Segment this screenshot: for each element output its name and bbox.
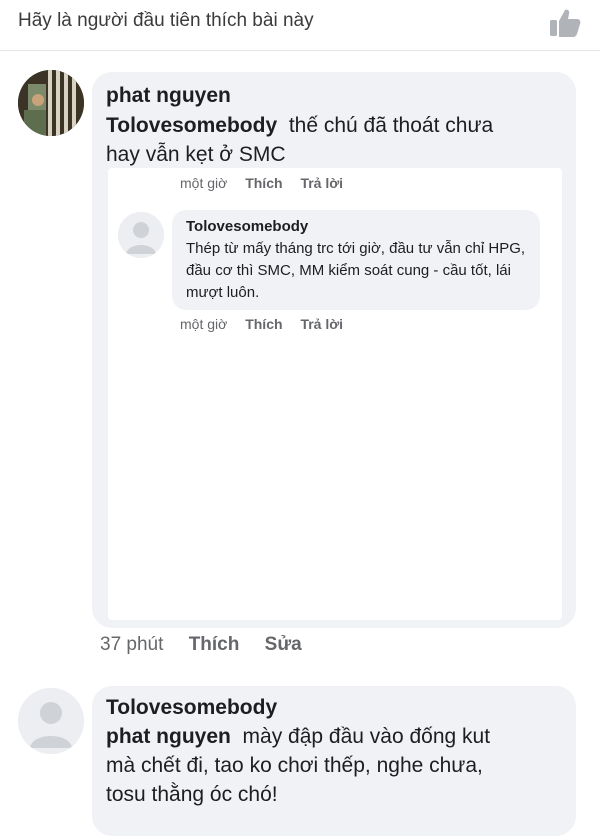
comment-text: phat nguyen mày đập đầu vào đống kut mà …: [106, 722, 576, 809]
thumbs-up-icon[interactable]: [548, 6, 582, 40]
comment-text: Tolovesomebody thế chú đã thoát chưa hay…: [106, 111, 566, 169]
comment-text-line1: thế chú đã thoát chưa: [288, 114, 494, 137]
comment-author[interactable]: phat nguyen: [106, 84, 231, 108]
reply-like-link[interactable]: Thích: [245, 316, 282, 332]
outer-time: 37 phút: [100, 634, 164, 655]
reply-reply-link[interactable]: Trả lời: [300, 316, 343, 332]
reply-text: Thép từ mấy tháng trc tới giờ, đầu tư vẫ…: [186, 240, 526, 301]
comment-meta: một giờ Thích Trả lời: [180, 175, 357, 191]
comment-outer-meta: 37 phút Thích Sửa: [100, 634, 322, 656]
avatar[interactable]: [18, 70, 84, 136]
reply-time: một giờ: [180, 316, 228, 332]
avatar[interactable]: [18, 688, 84, 754]
edit-link[interactable]: Sửa: [265, 634, 302, 656]
like-prompt-text: Hãy là người đầu tiên thích bài này: [18, 10, 314, 31]
outer-like-link[interactable]: Thích: [189, 634, 240, 656]
reply-author[interactable]: Tolovesomebody: [186, 218, 308, 235]
comment-text-line3: tosu thằng óc chó!: [106, 783, 278, 806]
reply-link[interactable]: Trả lời: [300, 175, 343, 191]
comment-author[interactable]: Tolovesomebody: [106, 696, 277, 720]
comment-text-line1: mày đập đầu vào đống kut: [242, 725, 491, 748]
comment-time: một giờ: [180, 175, 228, 191]
comment-text-line2: hay vẫn kẹt ở SMC: [106, 143, 286, 166]
like-prompt-bar: Hãy là người đầu tiên thích bài này: [0, 0, 600, 51]
comment-text-line2: mà chết đi, tao ko chơi thếp, nghe chưa,: [106, 754, 483, 777]
avatar[interactable]: [118, 212, 164, 258]
mention-tag[interactable]: Tolovesomebody: [106, 114, 277, 137]
mention-tag[interactable]: phat nguyen: [106, 725, 231, 748]
like-link[interactable]: Thích: [245, 175, 282, 191]
reply-meta: một giờ Thích Trả lời: [180, 316, 357, 332]
